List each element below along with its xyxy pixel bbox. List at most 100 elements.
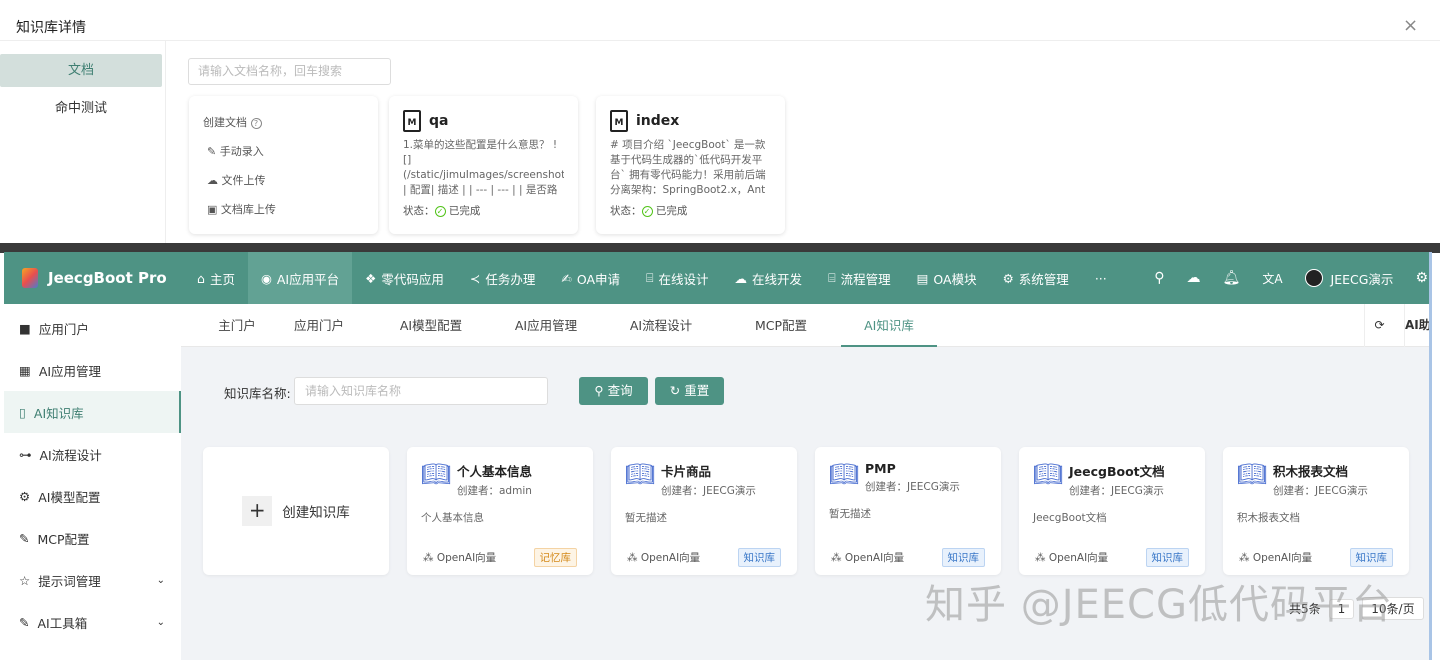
markdown-icon: M: [403, 110, 421, 132]
chevron-down-icon: ⌄: [156, 574, 165, 586]
nav-item[interactable]: ≺ 任务办理: [457, 252, 549, 304]
search-icon: ⚲: [594, 383, 604, 398]
sidebar-icon: ☆: [19, 572, 31, 588]
kb-creator: 创建者：JEECG演示: [661, 485, 756, 497]
nav-label: OA模块: [933, 271, 977, 287]
kb-desc: 暂无描述: [625, 512, 667, 524]
tab[interactable]: MCP配置: [741, 304, 821, 347]
nav-label: OA申请: [576, 271, 621, 287]
sidebar-item[interactable]: ☆ 提示词管理 ⌄: [4, 559, 181, 601]
nav-label: 在线设计: [658, 271, 709, 287]
ai-assistant-button[interactable]: AI助手: [1404, 304, 1429, 347]
option-label: 文档库上传: [220, 203, 276, 216]
sidebar-label: MCP配置: [37, 531, 90, 547]
document-card[interactable]: Mindex # 项目介绍 `JeecgBoot` 是一款基于代码生成器的`低代…: [596, 96, 785, 234]
sidebar-item[interactable]: ⊶ AI流程设计: [4, 433, 181, 475]
tab[interactable]: AI应用管理: [506, 304, 586, 347]
kb-type-tag: 记忆库: [533, 548, 577, 567]
reload-icon: ↻: [669, 383, 681, 398]
search-icon[interactable]: ⚲: [1154, 270, 1164, 286]
nav-item[interactable]: ❖ 零代码应用: [352, 252, 457, 304]
reset-label: 重置: [684, 383, 710, 398]
nav-icon: ❖: [365, 270, 377, 286]
status-label: 状态：: [403, 205, 435, 217]
sidebar-icon: ■: [19, 320, 31, 336]
kb-name: 个人基本信息: [457, 464, 533, 479]
cloud-upload-icon: ☁: [207, 174, 218, 187]
nav-icon: ≺: [469, 270, 481, 286]
modal-title: 知识库详情: [16, 20, 86, 36]
sidebar-label: AI应用管理: [38, 363, 102, 379]
kb-name: PMP: [865, 461, 896, 476]
kb-desc: 个人基本信息: [421, 512, 484, 524]
nav-label: 主页: [209, 271, 235, 287]
nav-label: ···: [1094, 270, 1107, 286]
book-icon: 📖︎: [625, 460, 656, 488]
document-card[interactable]: Mqa 1.菜单的这些配置是什么意思？ ![](/static/jimuImag…: [389, 96, 578, 234]
reset-button[interactable]: ↻ 重置: [655, 377, 724, 405]
nav-item[interactable]: ✍ OA申请: [548, 252, 633, 304]
sidebar-item[interactable]: ✎ AI工具箱 ⌄: [4, 601, 181, 643]
nav-icon: ⌂: [197, 270, 205, 286]
divider: [0, 40, 1440, 41]
nav-item[interactable]: ⌸ 在线设计: [633, 252, 722, 304]
document-search-input[interactable]: 请输入文档名称，回车搜索: [188, 58, 391, 85]
nav-item[interactable]: ☁ 在线开发: [722, 252, 816, 304]
library-upload-button[interactable]: ▣ 文档库上传: [203, 201, 364, 217]
nav-icon: ⌸: [646, 270, 654, 285]
top-nav: JeecgBoot Pro ⌂ 主页 ◉ AI应用平台 ❖ 零代码应用 ≺ 任务办理 ✍ OA申请…: [4, 252, 1429, 304]
sidebar-item[interactable]: ▦ AI应用管理: [4, 349, 181, 391]
tab[interactable]: 主门户: [197, 304, 277, 347]
status-value: 已完成: [448, 205, 481, 217]
create-kb-card[interactable]: + 创建知识库: [203, 447, 389, 575]
brand[interactable]: JeecgBoot Pro: [4, 268, 184, 288]
nav-item[interactable]: ⌸ 流程管理: [815, 252, 904, 304]
nav-icon: ⌸: [828, 270, 836, 285]
bell-icon[interactable]: 🔔︎: [1223, 270, 1241, 286]
tab[interactable]: AI流程设计: [621, 304, 701, 347]
nav-item[interactable]: ◉ AI应用平台: [247, 252, 353, 304]
tab-bar: 主门户 应用门户 AI模型配置 AI应用管理 AI流程设计 MCP配置 AI知识库 ⟳ AI…: [181, 304, 1429, 347]
kb-vector: OpenAI向量: [1252, 552, 1313, 564]
kb-vector: OpenAI向量: [844, 552, 905, 564]
kb-card[interactable]: 📖︎ JeecgBoot文档 创建者：JEECG演示 JeecgBoot文档 ⁂ Ope…: [1019, 447, 1205, 575]
tab[interactable]: AI模型配置: [391, 304, 471, 347]
sidebar-label: AI模型配置: [38, 489, 101, 505]
nav-item[interactable]: ▤ OA模块: [904, 252, 990, 304]
file-upload-button[interactable]: ☁ 文件上传: [203, 172, 364, 188]
kb-card[interactable]: 📖︎ 卡片商品 创建者：JEECG演示 暂无描述 ⁂ OpenAI向量 知识库: [611, 447, 797, 575]
document-title: index: [636, 113, 680, 129]
tab[interactable]: 应用门户: [279, 304, 359, 347]
option-label: 手动录入: [219, 145, 264, 158]
sidebar-item[interactable]: ⚙ AI模型配置: [4, 475, 181, 517]
vector-icon: ⁂: [627, 552, 638, 564]
help-icon[interactable]: ?: [250, 118, 262, 129]
sidebar-item[interactable]: ■ 应用门户: [4, 307, 181, 349]
query-button[interactable]: ⚲ 查询: [579, 377, 648, 405]
user-menu[interactable]: JEECG演示: [1304, 269, 1393, 288]
nav-icon: ☁: [734, 270, 748, 286]
kb-card[interactable]: 📖︎ 积木报表文档 创建者：JEECG演示 积木报表文档 ⁂ OpenAI向量 知识库: [1223, 447, 1409, 575]
kb-desc: 暂无描述: [829, 508, 871, 520]
sidebar-item[interactable]: ✎ MCP配置: [4, 517, 181, 559]
settings-icon[interactable]: ⚙: [1415, 270, 1428, 286]
menu-documents[interactable]: 文档: [0, 54, 162, 87]
kb-name-label: 知识库名称:: [224, 386, 291, 401]
nav-label: 零代码应用: [381, 271, 444, 287]
cloud-icon[interactable]: ☁: [1187, 270, 1201, 286]
nav-item[interactable]: ⚙ 系统管理: [990, 252, 1082, 304]
close-icon[interactable]: ×: [1403, 15, 1418, 36]
kb-name-input[interactable]: 请输入知识库名称: [294, 377, 548, 405]
check-icon: ✓: [641, 206, 653, 217]
translate-icon[interactable]: 文A: [1262, 270, 1282, 287]
kb-card[interactable]: 📖︎ PMP 创建者：JEECG演示 暂无描述 ⁂ OpenAI向量 知识库: [815, 447, 1001, 575]
nav-item[interactable]: ⌂ 主页: [184, 252, 248, 304]
nav-item[interactable]: ···: [1082, 252, 1120, 304]
kb-card[interactable]: 📖︎ 个人基本信息 创建者：admin 个人基本信息 ⁂ OpenAI向量 记忆库: [407, 447, 593, 575]
menu-hit-test[interactable]: 命中测试: [0, 92, 162, 125]
tab[interactable]: AI知识库: [841, 304, 937, 347]
manual-entry-button[interactable]: ✎ 手动录入: [203, 143, 364, 159]
refresh-icon[interactable]: ⟳: [1364, 304, 1394, 347]
sidebar-item[interactable]: ▯ AI知识库: [4, 391, 181, 433]
plus-icon: +: [242, 496, 273, 526]
